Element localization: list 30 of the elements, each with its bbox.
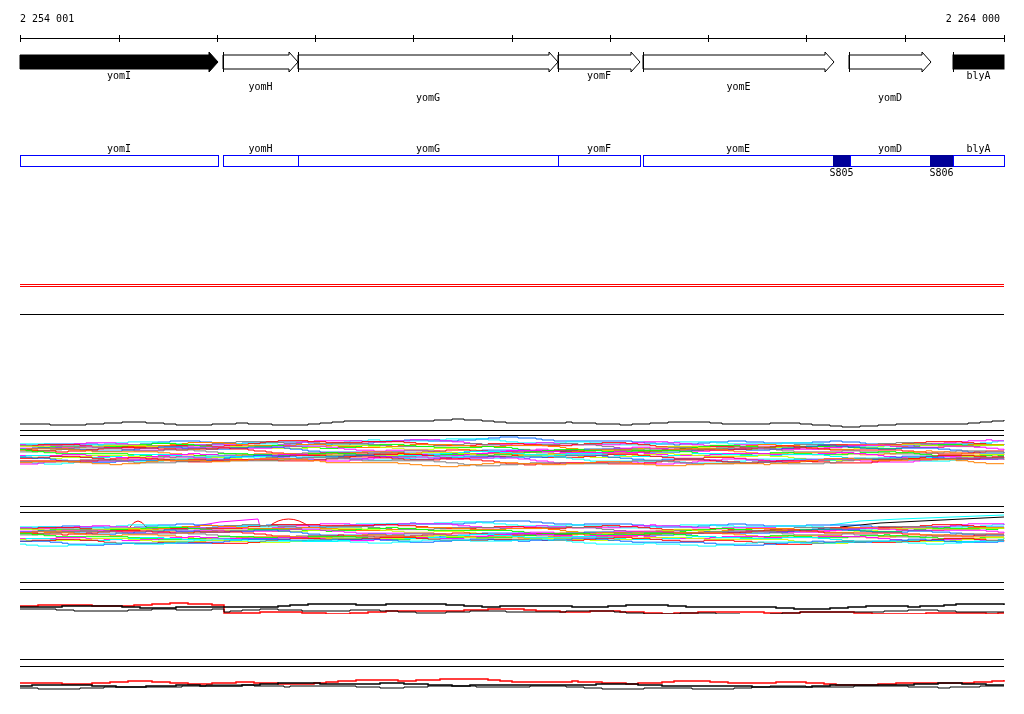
- segment-label: S805: [829, 168, 854, 178]
- annotation-box[interactable]: [643, 155, 834, 167]
- gene-arrow[interactable]: [848, 51, 932, 73]
- annotation-label: yomD: [877, 144, 903, 154]
- annotation-box[interactable]: [298, 155, 559, 167]
- gene-block[interactable]: [952, 51, 1005, 73]
- gene-arrow[interactable]: [222, 51, 299, 73]
- annotation-label: yomI: [106, 144, 132, 154]
- ruler-end-label: 2 264 000: [945, 14, 1000, 24]
- gene-arrow[interactable]: [19, 51, 219, 73]
- annotation-label: blyA: [966, 144, 991, 154]
- gene-label: yomE: [726, 82, 751, 92]
- ruler-start-label: 2 254 001: [20, 14, 75, 24]
- segment-label: S806: [929, 168, 954, 178]
- annotation-label: yomG: [415, 144, 441, 154]
- annotation-label: yomF: [586, 144, 612, 154]
- annotation-label: yomE: [725, 144, 751, 154]
- gene-label: blyA: [966, 71, 991, 81]
- annotation-box[interactable]: [850, 155, 931, 167]
- annotation-box[interactable]: [20, 155, 219, 167]
- gene-label: yomI: [106, 71, 132, 81]
- gene-label: yomD: [877, 93, 903, 103]
- gene-label: yomG: [415, 93, 441, 103]
- annotation-box[interactable]: [558, 155, 641, 167]
- annotation-box[interactable]: [953, 155, 1005, 167]
- gene-label: yomF: [586, 71, 612, 81]
- annotation-box[interactable]: [223, 155, 299, 167]
- gene-arrow[interactable]: [557, 51, 641, 73]
- annotation-label: yomH: [248, 144, 273, 154]
- gene-label: yomH: [248, 82, 273, 92]
